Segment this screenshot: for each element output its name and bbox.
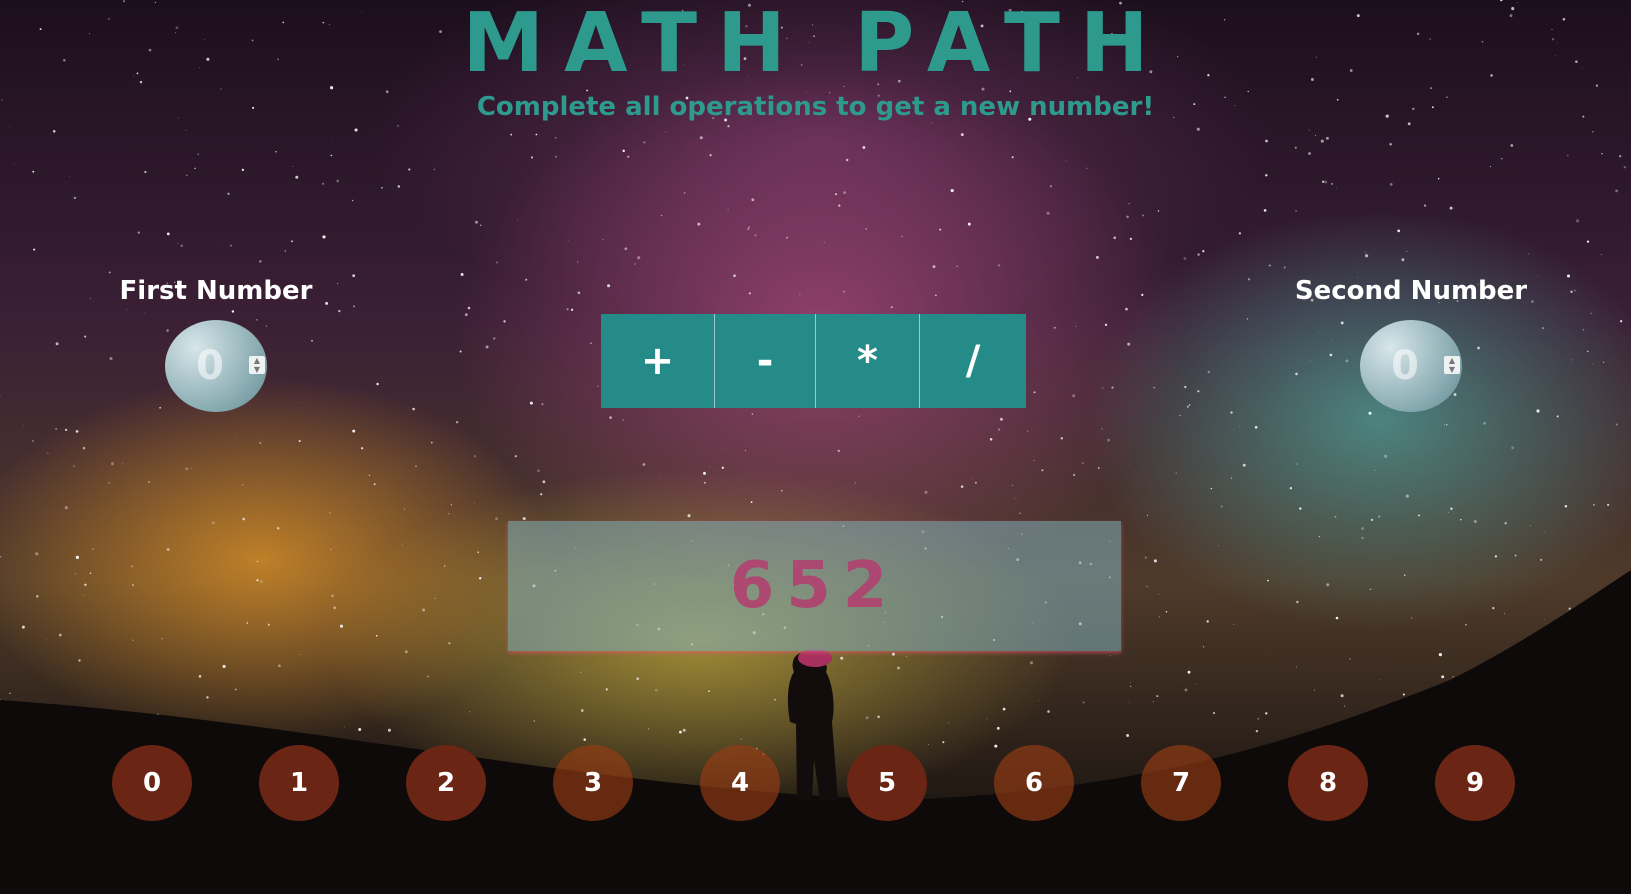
second-number-label: Second Number — [1294, 276, 1528, 306]
digit-button-row: 0 1 2 3 4 5 6 7 8 9 — [0, 745, 1631, 821]
game-screen: MATH PATH Complete all operations to get… — [0, 0, 1631, 894]
digit-button-1[interactable]: 1 — [259, 745, 339, 821]
second-number-stepper[interactable]: ▲ ▼ — [1444, 356, 1460, 374]
multiply-operation-button[interactable]: * — [816, 314, 920, 408]
game-subtitle: Complete all operations to get a new num… — [476, 92, 1155, 122]
divide-operation-button[interactable]: / — [920, 314, 1026, 408]
person-hat — [798, 649, 832, 667]
second-number-input-wrap: ▲▼ — [1360, 320, 1462, 412]
digit-button-4[interactable]: 4 — [700, 745, 780, 821]
first-number-label: First Number — [119, 276, 313, 306]
digit-button-5[interactable]: 5 — [847, 745, 927, 821]
game-title: MATH PATH — [462, 0, 1169, 91]
digit-button-7[interactable]: 7 — [1141, 745, 1221, 821]
first-number-stepper[interactable]: ▲ ▼ — [249, 356, 265, 374]
digit-button-6[interactable]: 6 — [994, 745, 1074, 821]
digit-button-8[interactable]: 8 — [1288, 745, 1368, 821]
operations-toolbar: + - * / — [601, 314, 1026, 408]
subtract-operation-button[interactable]: - — [715, 314, 816, 408]
digit-button-9[interactable]: 9 — [1435, 745, 1515, 821]
second-number-block: Second Number ▲▼ — [1281, 276, 1541, 412]
digit-button-0[interactable]: 0 — [112, 745, 192, 821]
first-number-block: First Number ▲▼ — [86, 276, 346, 412]
digit-button-3[interactable]: 3 — [553, 745, 633, 821]
target-number-display: 652 — [508, 521, 1121, 651]
add-operation-button[interactable]: + — [601, 314, 715, 408]
first-number-input-wrap: ▲▼ — [165, 320, 267, 412]
digit-button-2[interactable]: 2 — [406, 745, 486, 821]
